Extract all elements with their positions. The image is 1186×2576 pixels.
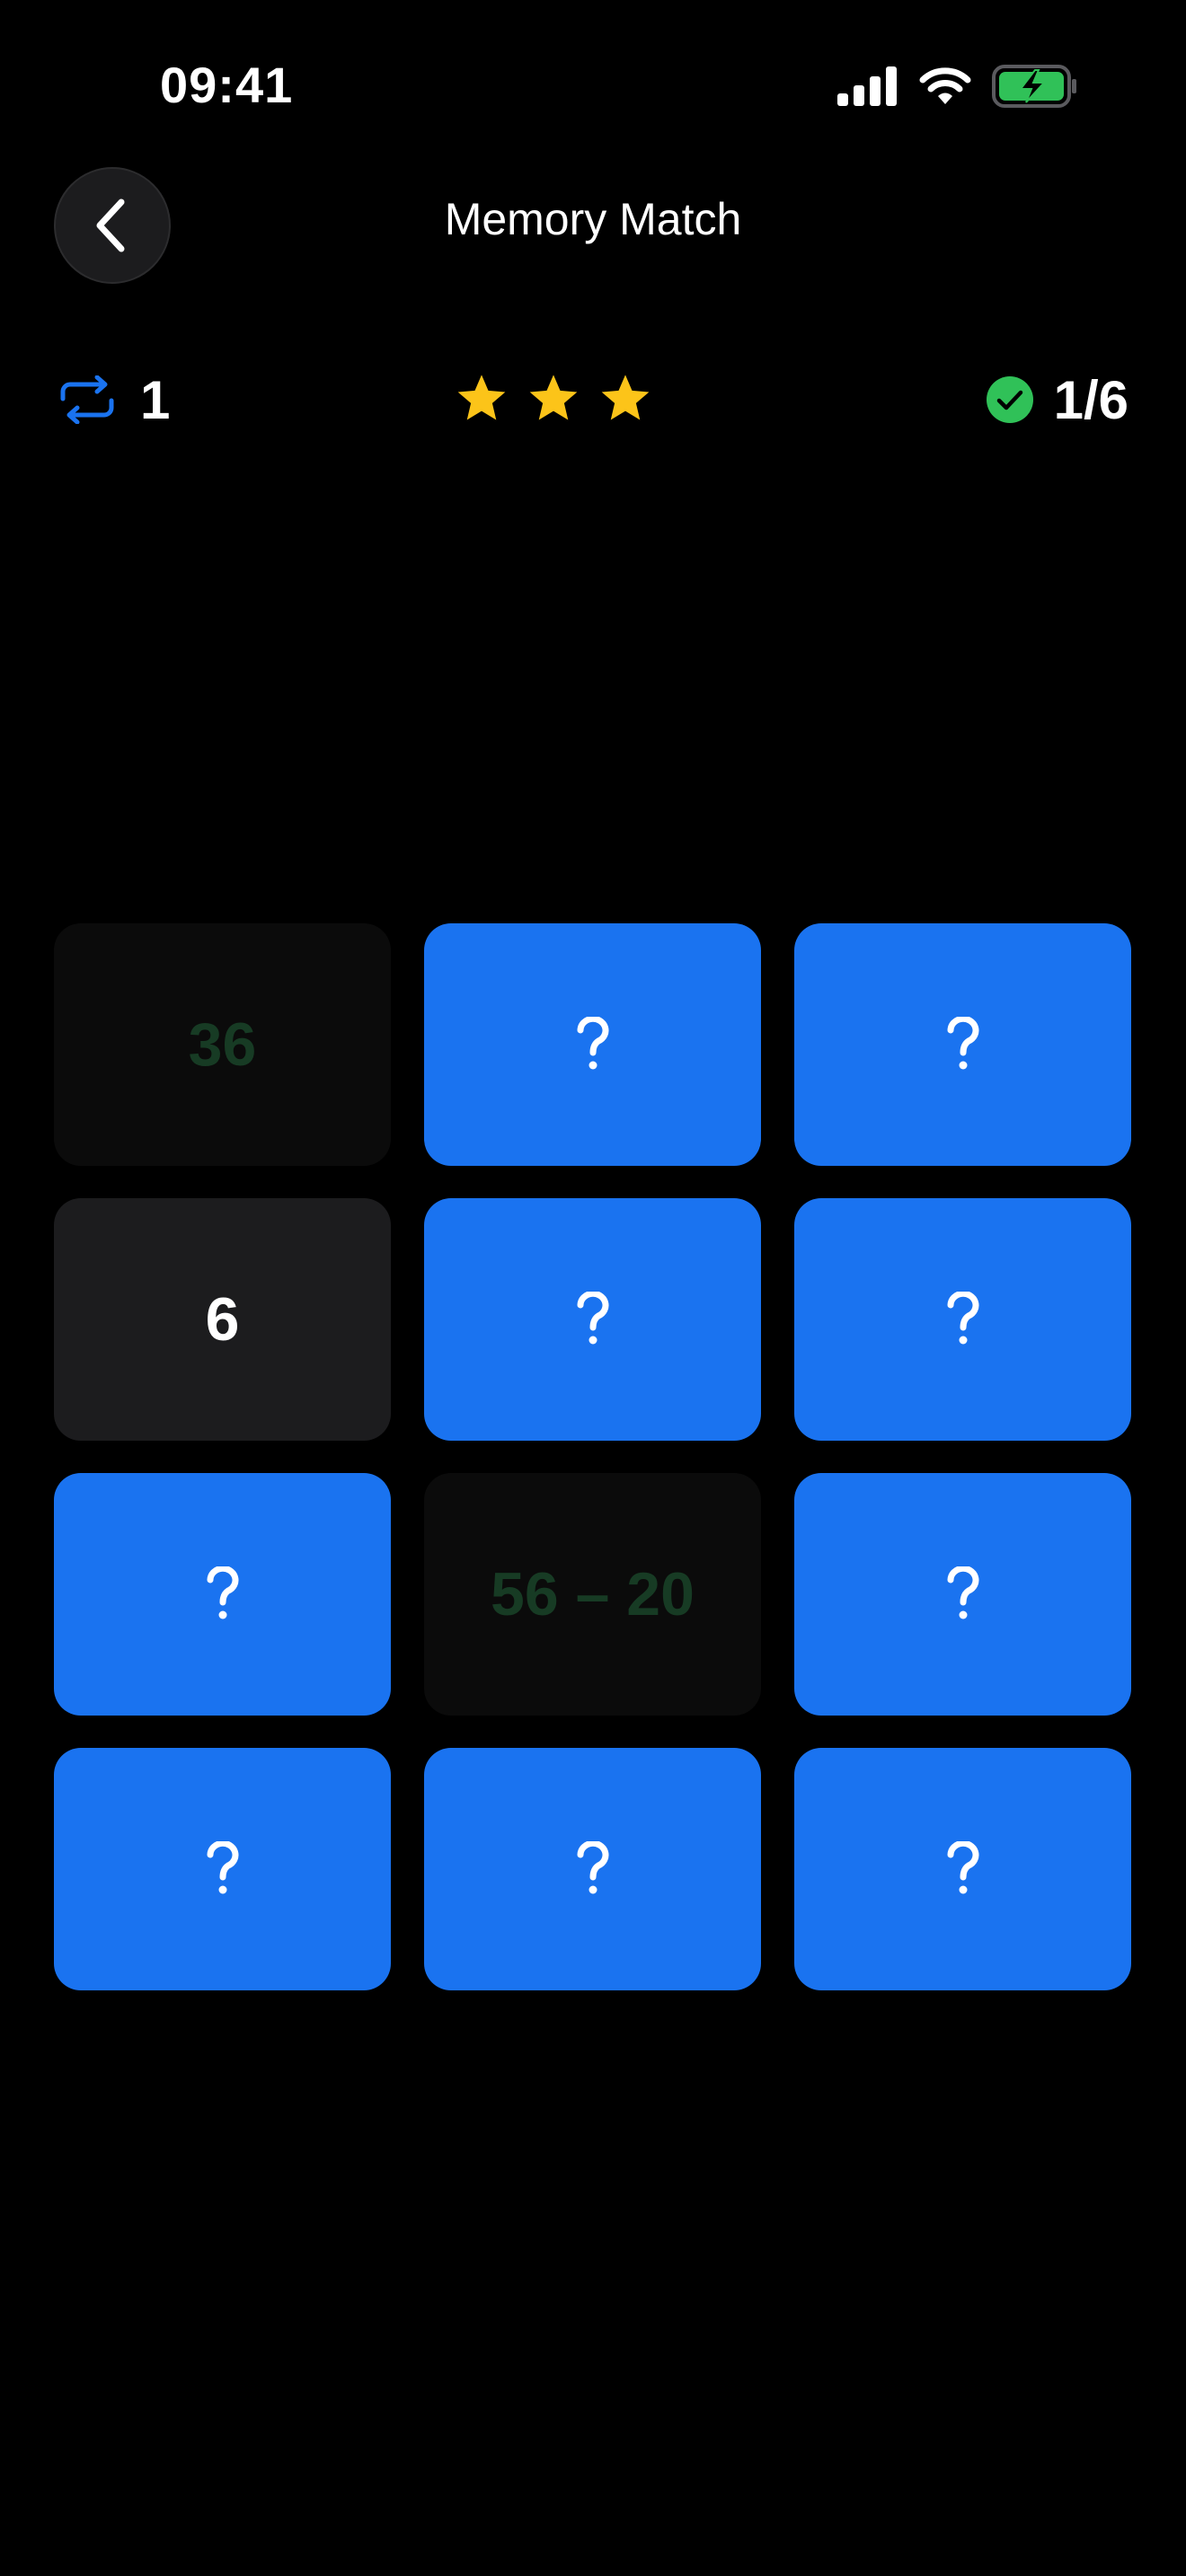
star-icon: [529, 375, 578, 420]
question-mark-icon: [577, 1841, 608, 1894]
status-time: 09:41: [160, 57, 294, 113]
card-label: 56 – 20: [491, 1560, 695, 1628]
hidden-card[interactable]: ?: [424, 1748, 761, 1990]
progress-count: 1/6: [1053, 369, 1128, 430]
status-icons: [837, 59, 1078, 113]
cellular-signal-icon: [837, 66, 897, 106]
card-label: 36: [188, 1010, 257, 1079]
question-mark-icon: [947, 1566, 978, 1619]
star-icon: [457, 375, 506, 420]
check-circle-icon: [986, 376, 1033, 423]
question-mark-icon: [577, 1292, 608, 1345]
question-mark-icon: [947, 1841, 978, 1894]
hidden-card[interactable]: ?: [424, 923, 761, 1166]
matched-card: 56 – 20: [424, 1473, 761, 1716]
star-rating: [0, 364, 1146, 436]
status-bar: 09:41: [0, 0, 1186, 171]
hidden-card[interactable]: ?: [794, 923, 1131, 1166]
wifi-icon: [919, 67, 971, 104]
hidden-card[interactable]: ?: [424, 1198, 761, 1441]
question-mark-icon: [947, 1292, 978, 1345]
card-grid: 36 ? ? 6 ? ? ? 56 – 20 ? ? ? ?: [54, 923, 1132, 1990]
battery-charging-icon: [992, 65, 1076, 108]
hidden-card[interactable]: ?: [794, 1748, 1131, 1990]
hidden-card[interactable]: ?: [54, 1748, 391, 1990]
question-mark-icon: [207, 1566, 238, 1619]
match-progress: 1/6: [986, 364, 1128, 436]
hidden-card[interactable]: ?: [794, 1473, 1131, 1716]
card-label: 6: [205, 1285, 240, 1354]
page-title: Memory Match: [444, 194, 742, 244]
star-icon: [601, 375, 650, 420]
question-mark-icon: [577, 1017, 608, 1070]
hidden-card[interactable]: ?: [54, 1473, 391, 1716]
revealed-card[interactable]: 6: [54, 1198, 391, 1441]
hidden-card[interactable]: ?: [794, 1198, 1131, 1441]
question-mark-icon: [947, 1017, 978, 1070]
question-mark-icon: [207, 1841, 238, 1894]
matched-card: 36: [54, 923, 391, 1166]
